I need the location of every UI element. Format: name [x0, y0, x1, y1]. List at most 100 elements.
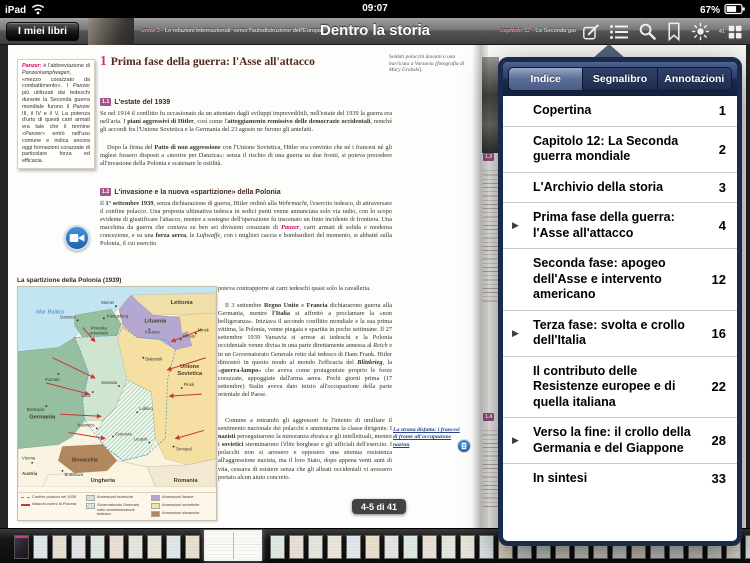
page-thumbnail[interactable] [479, 535, 494, 559]
glossary-note: Panzer: è l'abbreviazione di Panzerkampf… [17, 59, 95, 169]
legend-swatch-governatorato [86, 503, 95, 509]
toc-item-title: In sintesi [533, 471, 588, 485]
chapter-heading: 1 Prima fase della guerra: l'Asse all'att… [100, 52, 392, 70]
unit-title: - Le relazioni internazionali: verso l'a… [159, 28, 322, 34]
svg-text:Lituania: Lituania [145, 318, 167, 324]
page-thumbnail[interactable] [147, 535, 162, 559]
toc-item[interactable]: Seconda fase: apogeo dell'Asse e interve… [503, 248, 737, 310]
toc-item-page: 3 [718, 179, 726, 195]
toc-item[interactable]: Copertina 1 [503, 96, 737, 126]
map-title: La spartizione della Polonia (1939) [17, 277, 122, 284]
toc-item-title: Copertina [533, 103, 592, 117]
disclosure-triangle-icon: ▶ [512, 327, 519, 338]
unit-breadcrumb: unità 3 - Le relazioni internazionali: v… [141, 28, 431, 34]
tab-indice[interactable]: Indice [508, 67, 583, 91]
page-thumbnail[interactable] [289, 535, 304, 559]
page-fold-shadow [472, 45, 488, 528]
toc-item[interactable]: ▶ Verso la fine: il crollo della Germania… [503, 417, 737, 463]
chapter-title-label: - La Seconda guerra mon [531, 28, 576, 34]
page-thumbnail[interactable] [422, 535, 437, 559]
svg-text:Romania: Romania [174, 478, 199, 484]
toc-item-title: Il contributo delle Resistenze europee e… [533, 363, 676, 409]
page-thumbnail[interactable] [166, 535, 181, 559]
page-thumbnail[interactable] [52, 535, 67, 559]
page-count-badge: 41 [718, 28, 725, 35]
photo-caption: Soldati polacchi davanti a una barricata… [389, 54, 465, 74]
page-thumbnail[interactable] [327, 535, 342, 559]
toc-item[interactable]: Capitolo 12: La Seconda guerra mondiale 2 [503, 125, 737, 172]
popover-tab-bar: Indice Segnalibro Annotazioni [503, 62, 737, 96]
margin-note-link[interactable]: La strana disfatta: i francesi di fronte… [393, 427, 465, 449]
svg-text:Lettonia: Lettonia [171, 300, 194, 306]
page-thumbnail[interactable] [33, 535, 48, 559]
page-thumbnail[interactable] [745, 535, 750, 559]
book-cover-thumbnail [88, 18, 134, 45]
page-thumbnail[interactable] [90, 535, 105, 559]
toc-item[interactable]: Il contributo delle Resistenze europee e… [503, 355, 737, 417]
toc-item-page: 2 [718, 141, 726, 157]
svg-text:Memel: Memel [101, 300, 114, 305]
page-thumbnail[interactable] [365, 535, 380, 559]
svg-text:Pinsk: Pinsk [184, 382, 195, 387]
toc-item-title: L'Archivio della storia [533, 179, 664, 194]
svg-text:Germania: Germania [29, 414, 56, 420]
left-book-page[interactable]: Panzer: è l'abbreviazione di Panzerkampf… [8, 45, 480, 528]
svg-text:orientale: orientale [90, 330, 109, 335]
svg-text:Białystok: Białystok [145, 357, 163, 362]
page-thumbnail[interactable] [14, 535, 29, 559]
legend-swatch-attacks [21, 503, 30, 506]
map-figure: La spartizione della Polonia (1939) Mar … [17, 277, 217, 521]
page-thumbnail[interactable] [346, 535, 361, 559]
poland-partition-map: Mar Baltico Lettonia Lituania Unione Sov… [17, 287, 217, 488]
svg-text:Vienna: Vienna [22, 456, 36, 461]
svg-text:Sovietica: Sovietica [177, 371, 203, 377]
page-thumbnail[interactable] [185, 535, 200, 559]
svg-text:Lublino: Lublino [139, 406, 153, 411]
page-thumbnail[interactable] [71, 535, 86, 559]
page-thumbnail[interactable] [403, 535, 418, 559]
page-thumbnail[interactable] [109, 535, 124, 559]
toc-item-title: Verso la fine: il crollo della Germania … [533, 425, 691, 455]
ipad-screen: iPad 09:07 67% I miei libri unità 3 - Le… [0, 0, 750, 563]
toc-item[interactable]: ▶ Terza fase: svolta e crollo dell'Italia… [503, 309, 737, 356]
my-books-button[interactable]: I miei libri [6, 22, 80, 41]
toc-item[interactable]: ▶ Prima fase della guerra: l'Asse all'att… [503, 202, 737, 248]
paragraph: Il 1° settembre 1939, senza dichiarazion… [100, 200, 393, 247]
toc-item[interactable]: In sintesi 33 [503, 463, 737, 494]
brightness-icon[interactable] [691, 22, 710, 41]
page-thumbnail[interactable] [128, 535, 143, 559]
legend-swatch-soviet [151, 503, 160, 509]
svg-text:Unione: Unione [180, 364, 199, 370]
search-icon[interactable] [638, 22, 657, 41]
toc-item-page: 12 [711, 271, 726, 287]
toc-item-page: 16 [711, 325, 726, 341]
svg-text:Cracovia: Cracovia [115, 431, 132, 436]
page-grid-icon[interactable]: 41 [719, 23, 744, 41]
svg-text:Vilnius: Vilnius [183, 334, 195, 339]
page-thumbnail-current[interactable] [204, 530, 262, 561]
video-icon[interactable] [64, 225, 90, 251]
toc-item-page: 22 [711, 379, 726, 395]
svg-text:Minsk: Minsk [198, 327, 210, 332]
page-thumbnail[interactable] [308, 535, 323, 559]
paragraph: Dopo la firma del Patto di non aggressio… [100, 144, 392, 167]
annotate-icon[interactable] [582, 23, 600, 41]
table-of-contents-icon[interactable] [609, 23, 629, 41]
page-thumbnail[interactable] [441, 535, 456, 559]
section-badge: 1.2 [100, 188, 112, 196]
tab-segnalibro[interactable]: Segnalibro [582, 67, 657, 91]
page-thumbnail[interactable] [270, 535, 285, 559]
disclosure-triangle-icon: ▶ [512, 220, 519, 230]
svg-text:Danzica: Danzica [60, 314, 76, 319]
tab-annotazioni[interactable]: Annotazioni [656, 67, 732, 91]
media-note-icon[interactable] [457, 439, 471, 453]
toc-item-page: 33 [711, 471, 726, 487]
page-indicator: 4-5 di 41 [352, 499, 407, 514]
toc-item[interactable]: L'Archivio della storia 3 [503, 171, 737, 202]
svg-text:Austria: Austria [22, 471, 38, 476]
bookmark-icon[interactable] [666, 22, 682, 41]
page-thumbnail[interactable] [384, 535, 399, 559]
legend-swatch-slovak [151, 511, 160, 517]
page-thumbnail[interactable] [460, 535, 475, 559]
section-badge: 1.1 [100, 98, 112, 106]
